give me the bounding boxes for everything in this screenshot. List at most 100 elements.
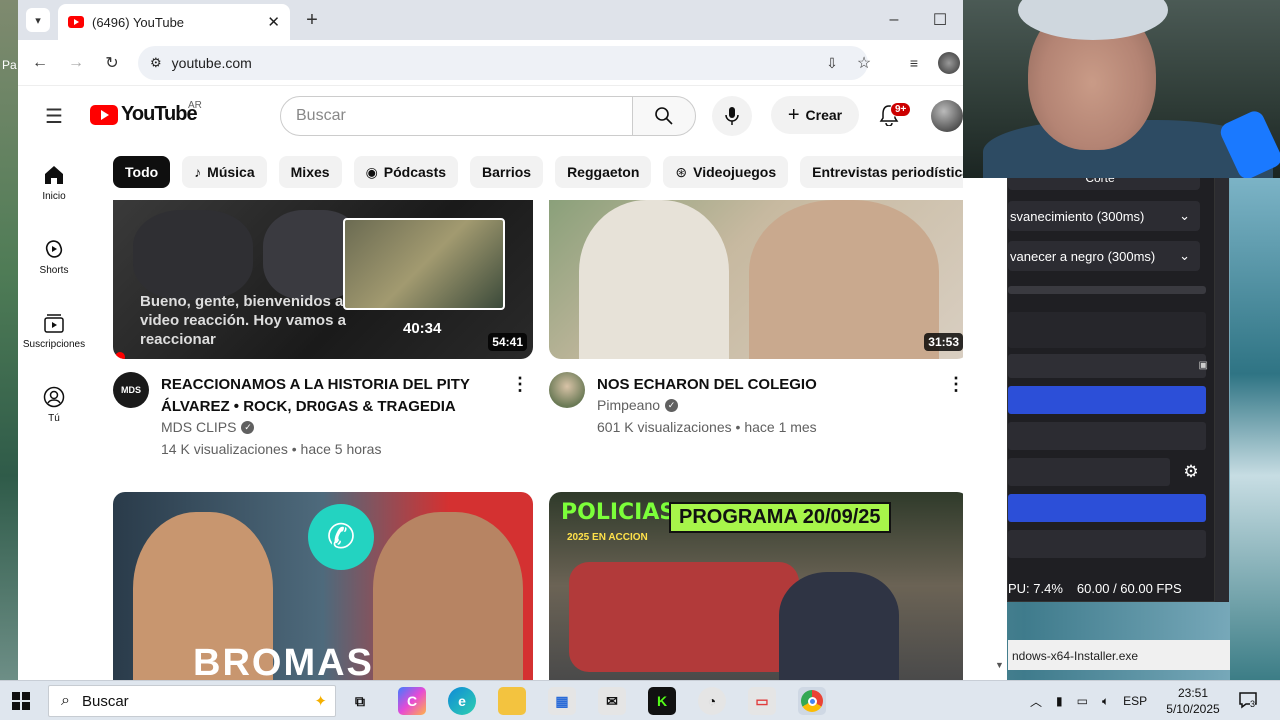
chip-videojuegos[interactable]: ⊛ Videojuegos: [663, 156, 789, 188]
install-app-icon[interactable]: ⇩: [820, 51, 844, 75]
copilot-icon[interactable]: C: [398, 687, 426, 715]
chip-barrios[interactable]: Barrios: [470, 156, 544, 188]
create-button[interactable]: + Crear: [771, 96, 859, 134]
region-code: AR: [188, 100, 202, 111]
notification-center-icon[interactable]: 3: [1238, 691, 1260, 711]
filter-chips: Todo ♪ Música Mixes ◉ Pódcasts Barrios Reg…: [113, 156, 963, 188]
browser-window: ▾ (6496) YouTube ✕ + – ☐ ← → ↻ ⚙ youtube…: [18, 0, 963, 680]
site-info-icon[interactable]: ⚙: [150, 55, 162, 71]
search-button[interactable]: [632, 96, 696, 136]
search-icon: ⌕: [61, 692, 70, 709]
obs-control-button[interactable]: [1008, 458, 1170, 486]
clock[interactable]: 23:51 5/10/2025: [1163, 685, 1223, 717]
kick-icon[interactable]: K: [648, 687, 676, 715]
store-icon[interactable]: ▦: [548, 687, 576, 715]
windows-taskbar: ⌕ Buscar ✦ ⧉ C e ▦ ✉ K ◔ ▭ ︿ ▮ ▭ 🔈︎ ESP …: [0, 680, 1280, 720]
minimize-icon[interactable]: –: [882, 8, 906, 32]
youtube-header: ☰ YouTube AR Buscar + Crear 9+: [18, 86, 963, 146]
obs-transition-select-1[interactable]: svanecimiento (300ms) ⌄: [1008, 201, 1200, 231]
obs-transition-select-2[interactable]: vanecer a negro (300ms) ⌄: [1008, 241, 1200, 271]
video-thumbnail[interactable]: 31:53: [549, 200, 963, 359]
sidebar-item-inicio[interactable]: Inicio: [18, 146, 90, 220]
video-title[interactable]: REACCIONAMOS A LA HISTORIA DEL PITY ÁLVA…: [161, 374, 501, 418]
more-options-icon[interactable]: ⋮: [947, 374, 963, 395]
thumb-text: 2025 EN ACCION: [567, 532, 648, 543]
forward-icon[interactable]: →: [64, 51, 88, 75]
network-icon[interactable]: ▭: [1077, 694, 1088, 708]
channel-name[interactable]: MDS CLIPS ✓: [161, 419, 255, 435]
obs-panel-row: [1008, 312, 1206, 348]
tab-search-icon[interactable]: ▾: [26, 8, 50, 32]
channel-avatar[interactable]: MDS: [113, 372, 149, 408]
chevron-up-icon[interactable]: ︿: [1030, 693, 1042, 710]
obs-fps: 60.00 / 60.00 FPS: [1076, 580, 1182, 596]
obs-divider: [1008, 286, 1206, 294]
windows-start-icon[interactable]: [12, 692, 30, 710]
task-view-icon[interactable]: ⧉: [346, 687, 374, 715]
maximize-icon[interactable]: ☐: [928, 8, 952, 32]
reload-icon[interactable]: ↻: [100, 51, 124, 75]
calendar-app-icon[interactable]: ▭: [748, 687, 776, 715]
video-title[interactable]: NOS ECHARON DEL COLEGIO: [597, 374, 937, 396]
sidebar-item-tu[interactable]: Tú: [18, 368, 90, 442]
microphone-icon[interactable]: ▮: [1056, 694, 1063, 708]
desktop-wallpaper-left: [0, 0, 18, 680]
obs-scrollbar[interactable]: [1215, 165, 1229, 602]
chip-entrevistas[interactable]: Entrevistas periodísticas: [800, 156, 963, 188]
mail-icon[interactable]: ✉: [598, 687, 626, 715]
gear-icon[interactable]: ⚙: [1176, 458, 1206, 486]
obs-cpu: PU: 7.4%: [1008, 580, 1063, 596]
verified-icon: ✓: [665, 398, 679, 412]
back-icon[interactable]: ←: [28, 51, 52, 75]
thumb-caption: Bueno, gente, bienvenidos a video reacci…: [140, 293, 346, 348]
obs-control-button[interactable]: [1008, 530, 1206, 558]
edge-icon[interactable]: e: [448, 687, 476, 715]
gamepad-icon: ⊛: [675, 163, 688, 180]
chip-podcasts[interactable]: ◉ Pódcasts: [353, 156, 459, 188]
chrome-icon[interactable]: [798, 687, 826, 715]
youtube-logo[interactable]: YouTube: [90, 103, 198, 126]
file-explorer-icon[interactable]: [498, 687, 526, 715]
chip-todo[interactable]: Todo: [113, 156, 171, 188]
video-thumbnail[interactable]: ✆ BROMAS: [113, 492, 533, 680]
video-thumbnail[interactable]: Bueno, gente, bienvenidos a video reacci…: [113, 200, 533, 359]
undock-icon[interactable]: ▣: [1199, 360, 1208, 371]
chip-musica[interactable]: ♪ Música: [182, 156, 267, 188]
clock-time: 23:51: [1177, 686, 1209, 700]
bookmark-star-icon[interactable]: ☆: [852, 51, 876, 75]
thumb-text: PROGRAMA 20/09/25: [669, 502, 891, 533]
obs-control-button[interactable]: [1008, 422, 1206, 450]
scrubber-handle[interactable]: [115, 352, 125, 359]
thumb-person: [749, 200, 939, 359]
sidebar-item-shorts[interactable]: Shorts: [18, 220, 90, 294]
taskbar-search[interactable]: ⌕ Buscar ✦: [48, 685, 336, 717]
sidebar-item-suscripciones[interactable]: Suscripciones: [18, 294, 90, 368]
channel-avatar[interactable]: [549, 372, 585, 408]
chip-mixes[interactable]: Mixes: [278, 156, 342, 188]
voice-search-button[interactable]: [712, 96, 752, 136]
scroll-down-icon[interactable]: ▼: [995, 660, 1004, 670]
close-icon[interactable]: ✕: [267, 13, 280, 31]
volume-icon[interactable]: 🔈︎: [1102, 694, 1109, 709]
page-scrollbar[interactable]: ▼: [963, 178, 1007, 680]
new-tab-icon[interactable]: +: [300, 8, 324, 32]
menu-icon[interactable]: ☰: [42, 104, 66, 128]
obs-control-button[interactable]: [1008, 386, 1206, 414]
more-options-icon[interactable]: ⋮: [511, 374, 529, 395]
browser-tab[interactable]: (6496) YouTube ✕: [58, 4, 290, 40]
account-avatar[interactable]: [931, 100, 963, 132]
download-filename[interactable]: ndows-x64-Installer.exe: [1008, 640, 1230, 670]
chip-reggaeton[interactable]: Reggaeton: [555, 156, 652, 188]
video-thumbnail[interactable]: POLICIAS 2025 EN ACCION PROGRAMA 20/09/2…: [549, 492, 963, 680]
language-indicator[interactable]: ESP: [1123, 694, 1147, 708]
clock-date: 5/10/2025: [1166, 702, 1220, 716]
obs-icon[interactable]: ◔: [698, 687, 726, 715]
channel-name[interactable]: Pimpeano ✓: [597, 397, 679, 413]
subscriptions-icon: [44, 314, 64, 333]
video-info: MDS REACCIONAMOS A LA HISTORIA DEL PITY …: [113, 372, 533, 462]
profile-avatar[interactable]: [938, 52, 960, 74]
url-field[interactable]: ⚙ youtube.com: [138, 46, 868, 80]
obs-control-button[interactable]: [1008, 494, 1206, 522]
media-control-icon[interactable]: ≡: [902, 51, 926, 75]
search-input[interactable]: Buscar: [280, 96, 633, 136]
